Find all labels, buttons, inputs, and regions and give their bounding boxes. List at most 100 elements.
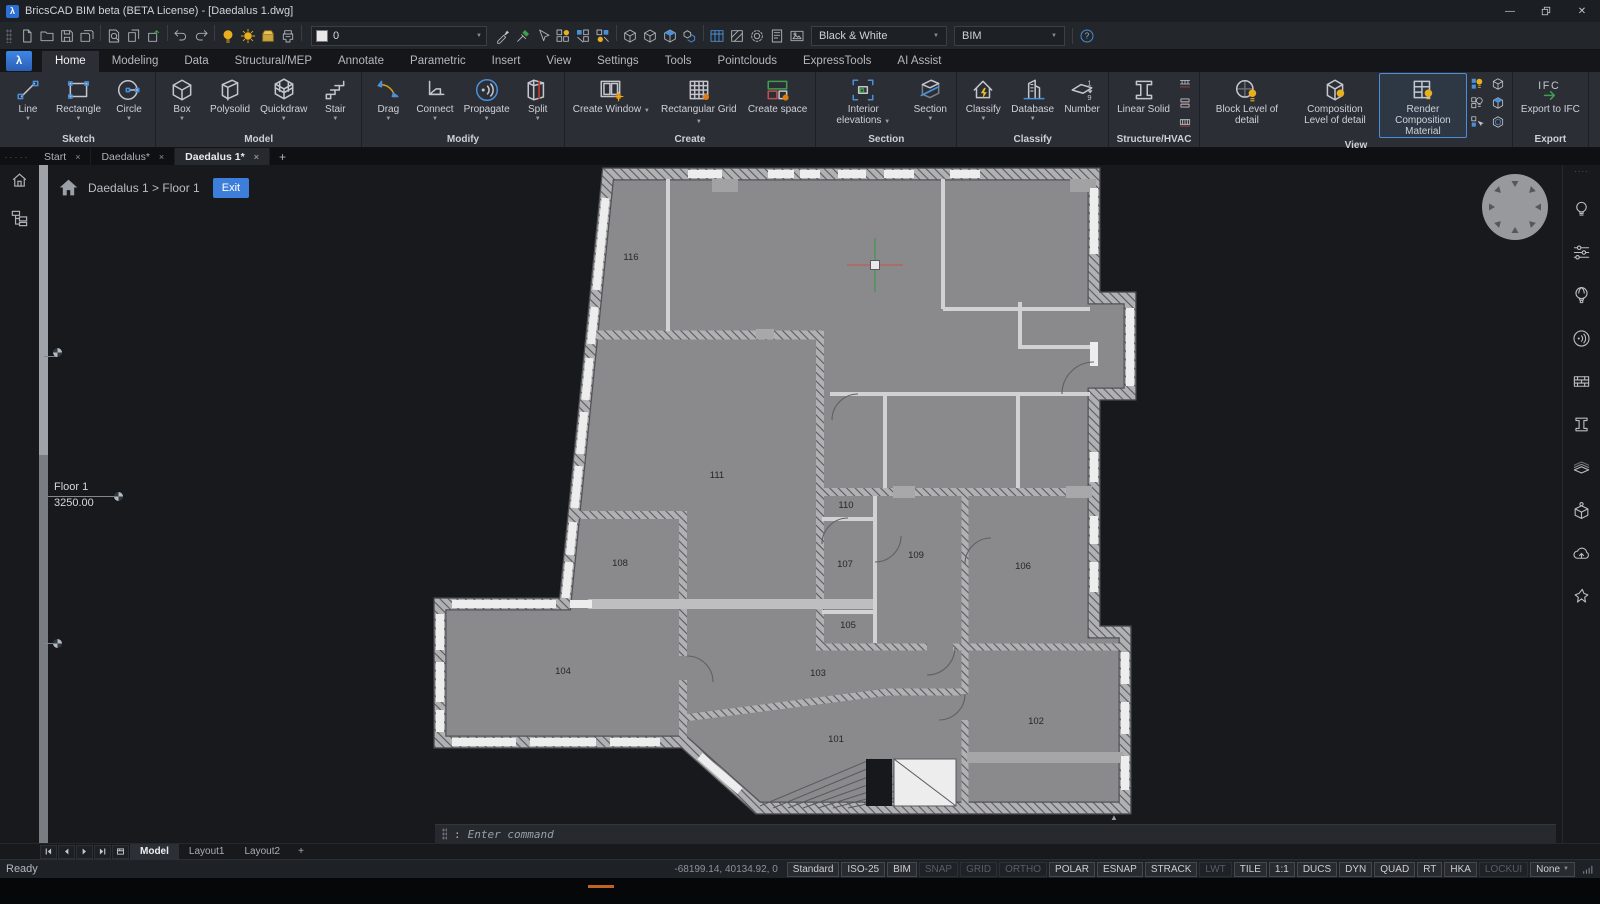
ribbon-button-render-composition-material[interactable]: Render Composition Material xyxy=(1379,73,1467,138)
ribbon-button-classify[interactable]: Classify▼ xyxy=(960,73,1006,132)
document-tab-start[interactable]: Start× xyxy=(34,148,91,165)
ribbon-button-propagate[interactable]: Propagate▼ xyxy=(459,73,515,132)
status-toggle-grid[interactable]: GRID xyxy=(960,862,997,877)
layout-list-button[interactable] xyxy=(112,845,129,859)
ribbon-button-circle[interactable]: Circle▼ xyxy=(106,73,152,132)
ribbon-button-rectangular-grid[interactable]: Rectangular Grid ▼ xyxy=(655,73,743,132)
ribbon-button-line[interactable]: Line▼ xyxy=(5,73,51,132)
pickgrid-button[interactable] xyxy=(553,25,573,46)
ribbon-button-block-level-of-detail[interactable]: Block Level of detail xyxy=(1203,73,1291,138)
structure-tree-button[interactable] xyxy=(8,207,30,229)
layout-tab-layout1[interactable]: Layout1 xyxy=(179,844,235,859)
ribbon-tab-home[interactable]: Home xyxy=(42,51,99,72)
ribbon-mini-button-cubec[interactable] xyxy=(1490,113,1507,130)
fields-button[interactable] xyxy=(767,25,787,46)
status-toggle-ducs[interactable]: DUCS xyxy=(1297,862,1337,877)
publish-button[interactable] xyxy=(144,25,164,46)
ribbon-tab-annotate[interactable]: Annotate xyxy=(325,51,397,72)
ribbon-tab-ai-assist[interactable]: AI Assist xyxy=(884,51,954,72)
status-toggle-lockui[interactable]: LOCKUI xyxy=(1479,862,1528,877)
drawing-area[interactable]: Floor 1 3250.00 Daedalus 1 > Floor 1 Exi… xyxy=(0,165,1600,843)
ribbon-button-polysolid[interactable]: Polysolid xyxy=(205,73,255,132)
status-toggle-strack[interactable]: STRACK xyxy=(1145,862,1198,877)
ribbon-button-interior-elevations[interactable]: Interior elevations ▼ xyxy=(819,73,907,132)
document-tab-daedalus-[interactable]: Daedalus*× xyxy=(91,148,175,165)
propagate-icon[interactable] xyxy=(1571,327,1593,349)
ribbon-button-number[interactable]: 19Number xyxy=(1059,73,1105,132)
cloud-upload-icon[interactable] xyxy=(1571,542,1593,564)
exit-button[interactable]: Exit xyxy=(213,178,249,198)
preview-button[interactable] xyxy=(104,25,124,46)
status-toggle-none[interactable]: None▼ xyxy=(1530,862,1575,877)
pin-icon[interactable] xyxy=(1571,585,1593,607)
ribbon-button-stair[interactable]: Stair▼ xyxy=(312,73,358,132)
status-toggle-snap[interactable]: SNAP xyxy=(919,862,958,877)
ribbon-tab-parametric[interactable]: Parametric xyxy=(397,51,479,72)
printer-button[interactable] xyxy=(278,25,298,46)
ribbon-button-linear-solid[interactable]: Linear Solid xyxy=(1112,73,1175,132)
command-input[interactable]: Enter command xyxy=(468,828,554,841)
performance-graph-button[interactable] xyxy=(1581,863,1594,876)
ribbon-mini-button-rail3[interactable] xyxy=(1177,113,1194,130)
saveall-button[interactable] xyxy=(77,25,97,46)
status-toggle-hka[interactable]: HKA xyxy=(1444,862,1477,877)
render-style-dropdown[interactable]: Black & White ▼ xyxy=(811,26,947,46)
status-toggle-1-1[interactable]: 1:1 xyxy=(1269,862,1295,877)
command-line-grip[interactable] xyxy=(442,828,447,840)
match-button[interactable] xyxy=(493,25,513,46)
floor-marker[interactable]: Floor 1 3250.00 xyxy=(54,479,94,511)
new-document-tab-button[interactable]: + xyxy=(270,148,295,165)
status-toggle-ortho[interactable]: ORTHO xyxy=(999,862,1047,877)
pickbulb-button[interactable] xyxy=(593,25,613,46)
add-layout-button[interactable]: + xyxy=(291,846,311,857)
ribbon-tab-structural-mep[interactable]: Structural/MEP xyxy=(222,51,325,72)
layout-tab-layout2[interactable]: Layout2 xyxy=(234,844,290,859)
undo-button[interactable] xyxy=(171,25,191,46)
previous-layout-button[interactable] xyxy=(58,845,75,859)
command-line[interactable]: : Enter command xyxy=(435,824,1556,843)
close-icon[interactable]: × xyxy=(159,152,164,162)
redo-button[interactable] xyxy=(191,25,211,46)
status-toggle-lwt[interactable]: LWT xyxy=(1199,862,1231,877)
status-toggle-esnap[interactable]: ESNAP xyxy=(1097,862,1143,877)
status-toggle-bim[interactable]: BIM xyxy=(887,862,917,877)
ribbon-button-create-space[interactable]: Create space xyxy=(743,73,812,132)
ribbon-tab-pointclouds[interactable]: Pointclouds xyxy=(705,51,790,72)
status-toggle-quad[interactable]: QUAD xyxy=(1374,862,1415,877)
ribbon-tab-expresstools[interactable]: ExpressTools xyxy=(790,51,884,72)
doc-tabs-grip[interactable]: ····· xyxy=(0,148,34,165)
document-tab-daedalus-1-[interactable]: Daedalus 1*× xyxy=(175,148,270,165)
workspace-dropdown[interactable]: BIM ▼ xyxy=(954,26,1065,46)
minimize-button[interactable]: — xyxy=(1492,0,1528,22)
pickx-button[interactable] xyxy=(573,25,593,46)
ribbon-mini-button-rail1[interactable] xyxy=(1177,75,1194,92)
section-grip[interactable] xyxy=(53,348,62,357)
cubeo2-button[interactable] xyxy=(640,25,660,46)
status-toggle-dyn[interactable]: DYN xyxy=(1339,862,1372,877)
help-button[interactable]: ? xyxy=(1077,25,1097,46)
home-view-button[interactable] xyxy=(8,169,30,191)
open-button[interactable] xyxy=(37,25,57,46)
image-button[interactable] xyxy=(787,25,807,46)
ribbon-tab-data[interactable]: Data xyxy=(171,51,221,72)
wall-detail-icon[interactable] xyxy=(1571,370,1593,392)
ribbon-button-drag[interactable]: Drag▼ xyxy=(365,73,411,132)
hatchsq-button[interactable] xyxy=(727,25,747,46)
tableb-button[interactable] xyxy=(707,25,727,46)
ribbon-button-rectangle[interactable]: Rectangle▼ xyxy=(51,73,106,132)
ribbon-tab-settings[interactable]: Settings xyxy=(584,51,652,72)
status-toggle-polar[interactable]: POLAR xyxy=(1049,862,1095,877)
restore-button[interactable] xyxy=(1528,0,1564,22)
bulb-button[interactable] xyxy=(218,25,238,46)
section-grip[interactable] xyxy=(53,639,62,648)
ribbon-button-connect[interactable]: Connect▼ xyxy=(411,73,458,132)
save-button[interactable] xyxy=(57,25,77,46)
ribbon-button-database[interactable]: Database▼ xyxy=(1006,73,1059,132)
render-settings-icon[interactable] xyxy=(1571,241,1593,263)
elevation-slider[interactable] xyxy=(39,165,48,843)
floor-level-grip[interactable] xyxy=(114,492,123,501)
status-toggle-iso-25[interactable]: ISO-25 xyxy=(841,862,885,877)
command-history-toggle[interactable]: ▲ xyxy=(1110,813,1118,822)
application-menu-button[interactable]: λ xyxy=(6,51,32,71)
navigation-compass[interactable] xyxy=(1482,174,1548,240)
